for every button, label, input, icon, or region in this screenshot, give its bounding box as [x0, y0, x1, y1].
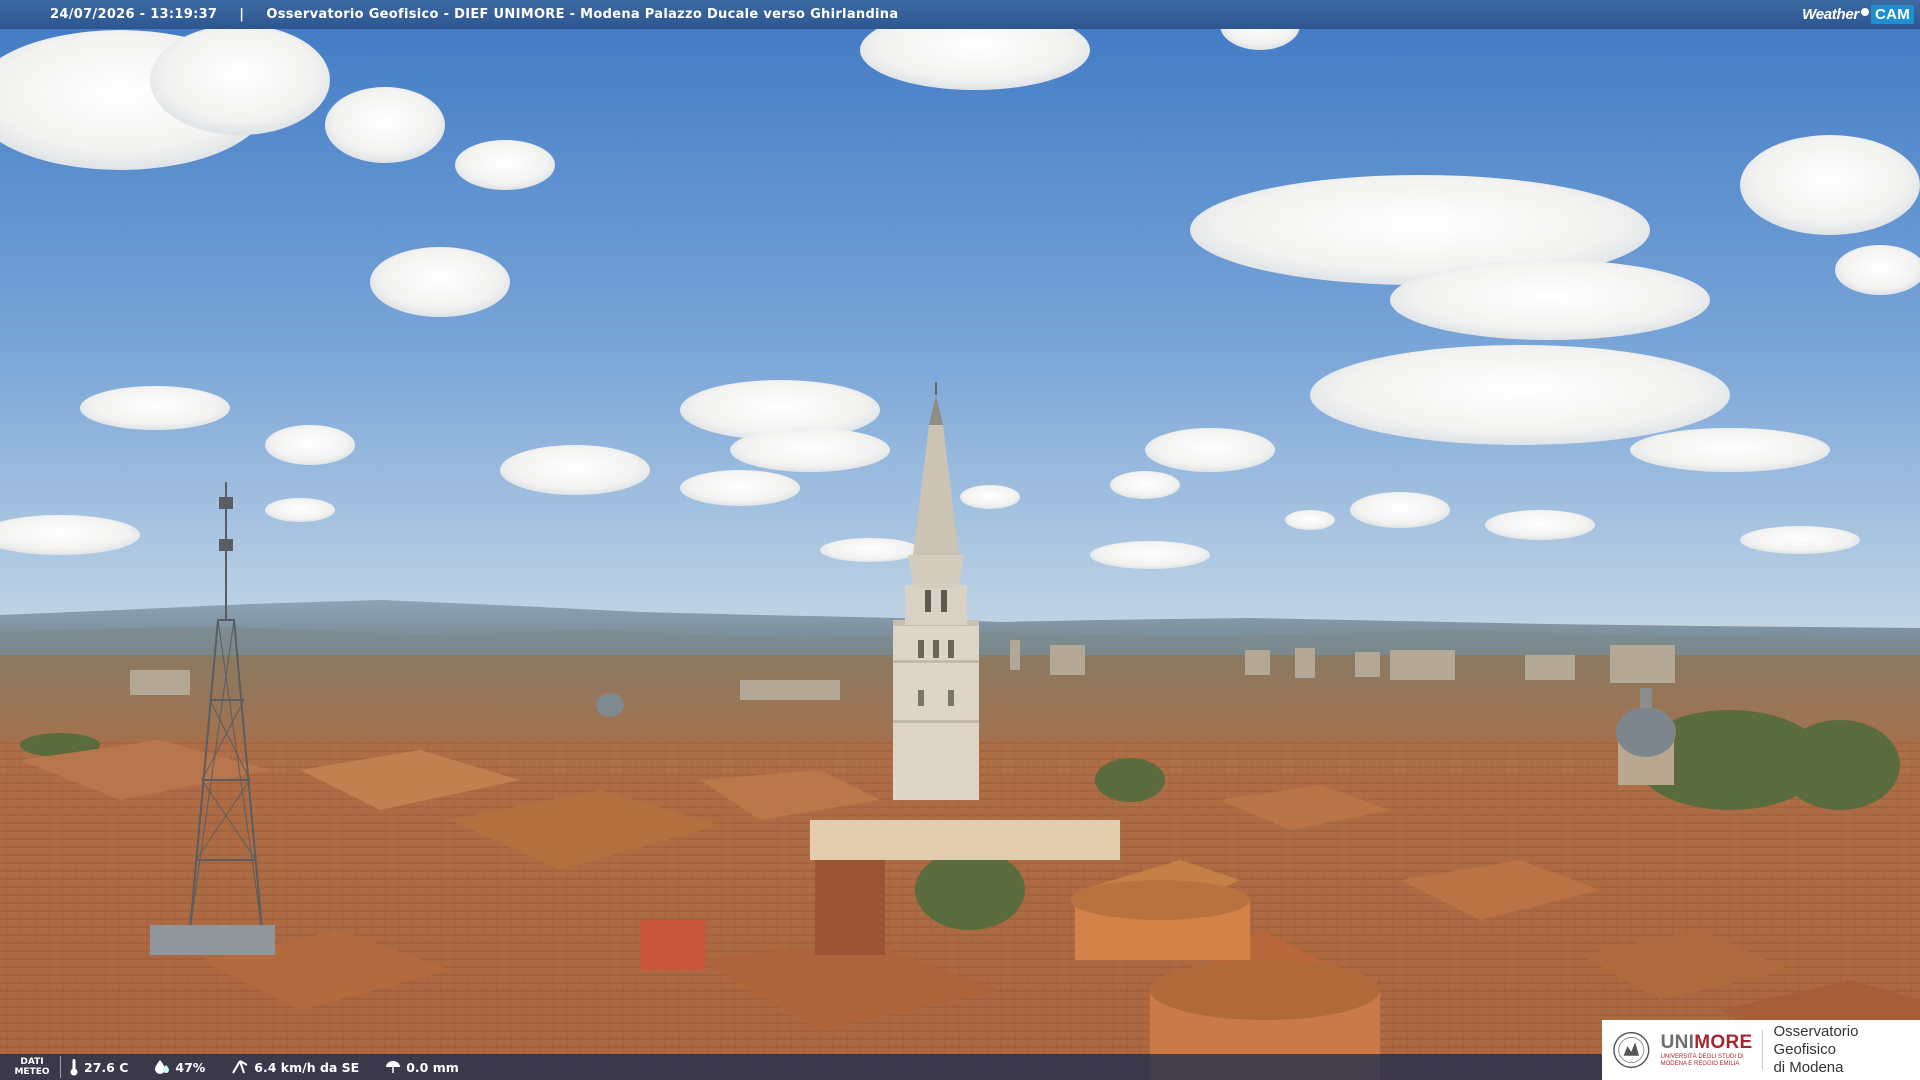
- timestamp: 24/07/2026 - 13:19:37: [50, 7, 218, 22]
- rain-icon: [386, 1061, 401, 1073]
- weathercam-logo: Weather CAM: [1802, 2, 1914, 27]
- palazzo-facade: [810, 820, 1120, 860]
- unimore-seal-icon: [1613, 1031, 1650, 1069]
- uni-name-part1: UNI: [1660, 1032, 1695, 1053]
- humidity-drop-icon: [155, 1060, 170, 1074]
- brand-cam: CAM: [1870, 5, 1914, 24]
- uni-subtitle-1: UNIVERSITÀ DEGLI STUDI DI: [1660, 1054, 1744, 1060]
- humidity-reading: 47%: [154, 1059, 205, 1075]
- meteo-label-line2: METEO: [14, 1067, 50, 1077]
- small-dome: [596, 693, 624, 717]
- rain-value: 0.0 mm: [406, 1059, 459, 1075]
- unimore-wordmark: UNIMORE UNIVERSITÀ DEGLI STUDI DI MODENA…: [1661, 1032, 1753, 1068]
- meteo-divider: [60, 1056, 61, 1078]
- observatory-line1: Osservatorio Geofisico: [1773, 1023, 1859, 1058]
- header-separator: |: [239, 7, 245, 22]
- wind-reading: 6.4 km/h da SE: [231, 1059, 359, 1075]
- red-building: [640, 920, 705, 970]
- observatory-name: Osservatorio Geofisico di Modena: [1773, 1023, 1920, 1077]
- unimore-logo: UNIMORE UNIVERSITÀ DEGLI STUDI DI MODENA…: [1602, 1020, 1920, 1080]
- webcam-photo: [0, 0, 1920, 1080]
- brand-dot-icon: [1860, 7, 1869, 16]
- observatory-line2: di Modena: [1773, 1059, 1844, 1076]
- logo-divider: [1762, 1030, 1764, 1070]
- uni-subtitle-2: MODENA E REGGIO EMILIA: [1660, 1061, 1740, 1067]
- brick-tower: [815, 845, 885, 955]
- thermometer-icon: [70, 1059, 78, 1076]
- wind-icon: [232, 1060, 248, 1074]
- camera-title: Osservatorio Geofisico - DIEF UNIMORE - …: [266, 7, 899, 22]
- rain-reading: 0.0 mm: [385, 1059, 459, 1075]
- meteo-label: DATI METEO: [8, 1057, 56, 1077]
- wind-value: 6.4 km/h da SE: [254, 1059, 360, 1075]
- brand-weather: Weather: [1802, 6, 1859, 23]
- temperature-reading: 27.6 C: [69, 1058, 128, 1076]
- meteo-label-line1: DATI: [20, 1057, 44, 1067]
- uni-name-part2: MORE: [1694, 1032, 1753, 1053]
- humidity-value: 47%: [175, 1059, 206, 1075]
- header-bar: 24/07/2026 - 13:19:37 | Osservatorio Geo…: [0, 0, 1920, 29]
- temperature-value: 27.6 C: [84, 1059, 129, 1075]
